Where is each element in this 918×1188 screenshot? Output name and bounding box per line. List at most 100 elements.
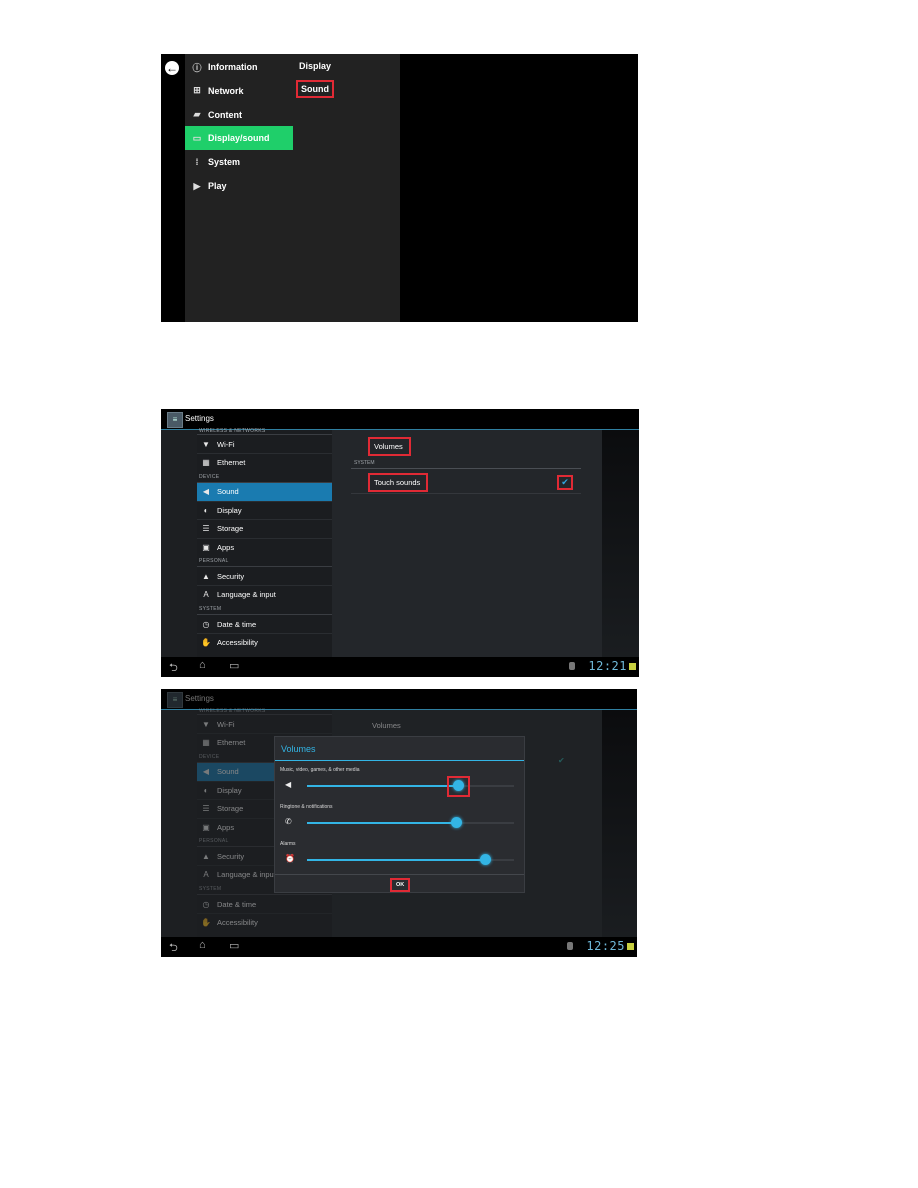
settings-menu: ⓘ Information ⊞ Network ▰ Content ▭ Display/sou… [185,54,400,322]
menu-item-label: Network [208,85,244,96]
sidebar-item-label: Language & input [217,870,276,880]
ok-button[interactable]: OK [390,878,411,892]
menu-item-label: Display/sound [208,133,270,144]
sidebar-item-storage[interactable]: ☰ Storage [197,520,332,538]
sidebar-item-sound[interactable]: ◀ Sound [197,482,332,501]
wifi-icon: ▼ [202,439,210,449]
touch-sounds-item[interactable]: Touch sounds [368,473,429,492]
system-icon: ⁞ [195,157,199,168]
system-navbar: ⮌ ⌂ ▭ 12:21 [161,657,639,677]
menu-item-content[interactable]: ▰ Content [185,103,293,127]
back-arrow-icon[interactable]: ← [165,61,179,75]
sidebar-item-label: Apps [217,542,235,552]
slider-thumb[interactable] [480,854,492,865]
touch-sounds-checkbox[interactable]: ✔ [557,475,573,490]
sidebar-item-security[interactable]: ▲ Security [197,567,332,585]
sidebar-item-label: Date & time [217,619,257,629]
slider-fill [307,859,486,861]
usb-debug-icon [569,662,575,670]
apps-icon: ▣ [202,542,210,552]
slider-fill [307,822,457,824]
settings-app-icon[interactable]: ≡ [167,412,183,428]
sidebar-item-display[interactable]: ◐ Display [197,501,332,519]
storage-icon: ☰ [202,524,210,534]
highlight-box [447,776,471,797]
home-nav-icon[interactable]: ⌂ [199,659,206,671]
notification-icon[interactable] [627,943,634,950]
section-header: DEVICE [199,473,220,480]
sidebar-item-label: Ethernet [217,737,246,747]
menu-item-network[interactable]: ⊞ Network [185,79,293,103]
left-rail: ← [161,54,185,322]
display-icon: ◐ [203,505,209,515]
sidebar-item-label: Apps [217,822,235,832]
recent-apps-icon[interactable]: ▭ [229,659,239,672]
system-navbar: ⮌ ⌂ ▭ 12:25 [161,937,637,957]
sidebar-item-label: Wi-Fi [217,439,235,449]
home-nav-icon[interactable]: ⌂ [199,939,206,951]
android-volumes-dialog-screen: ≡ Settings WIRELESS & NETWORKS ▼ Wi-Fi ▦ Eth… [161,689,637,957]
hand-icon: ✋ [201,918,211,928]
section-header: PERSONAL [199,838,229,845]
submenu-item-display[interactable]: Display [299,61,331,71]
info-icon: ⓘ [192,62,202,73]
notification-icon[interactable] [629,663,636,670]
sidebar-item-ethernet[interactable]: ▦ Ethernet [197,453,332,471]
volumes-item[interactable]: Volumes [368,437,411,456]
slider-thumb[interactable] [451,817,463,828]
alarm-clock-icon: ⏰ [285,854,295,863]
ethernet-icon: ▦ [202,737,210,747]
sidebar-item-label: Display [217,505,242,515]
network-icon: ⊞ [193,85,201,96]
sidebar-item-accessibility[interactable]: ✋ Accessibility [197,914,332,932]
speaker-icon: ◀ [202,767,210,777]
sidebar-item-accessibility[interactable]: ✋ Accessibility [197,634,332,652]
volume-slider[interactable] [307,854,514,865]
menu-item-label: System [208,157,241,168]
volume-slider[interactable] [307,817,514,828]
back-nav-icon[interactable]: ⮌ [169,939,178,957]
ethernet-icon: ▦ [202,457,210,467]
storage-icon: ☰ [202,804,210,814]
menu-item-information[interactable]: ⓘ Information [185,55,293,79]
sidebar-item-label: Display [217,785,242,795]
menu-item-play[interactable]: ▶ Play [185,174,293,198]
divider [351,493,581,494]
volumes-item: Volumes [372,721,401,730]
settings-sidebar: WIRELESS & NETWORKS ▼ Wi-Fi ▦ Ethernet DEVICE… [197,428,332,657]
play-icon: ▶ [193,180,201,191]
sidebar-item-label: Security [217,851,245,861]
edge-shadow [602,710,637,937]
speaker-icon: ◀ [285,780,292,789]
back-nav-icon[interactable]: ⮌ [169,659,178,677]
volume-slider[interactable] [307,776,514,797]
action-bar: ≡ Settings [161,409,639,430]
section-header: PERSONAL [199,558,229,565]
sidebar-item-apps[interactable]: ▣ Apps [197,538,332,556]
sidebar-item-date-time[interactable]: ◷ Date & time [197,615,332,633]
settings-app-icon[interactable]: ≡ [167,692,183,708]
menu-item-label: Play [208,181,227,191]
sidebar-item-label: Accessibility [217,918,258,928]
app-title: Settings [185,414,214,423]
sidebar-item-label: Security [217,571,245,581]
display-icon: ◐ [203,785,209,795]
status-clock: 12:25 [586,939,625,953]
sidebar-item-date-time[interactable]: ◷ Date & time [197,895,332,913]
sidebar-item-label: Sound [217,767,239,777]
menu-item-label: Content [208,109,242,120]
recent-apps-icon[interactable]: ▭ [229,939,239,952]
slider-fill [307,785,459,787]
submenu-item-sound[interactable]: Sound [296,80,334,98]
divider [351,468,581,469]
sidebar-item-language-input[interactable]: A Language & input [197,586,332,604]
sidebar-item-label: Language & input [217,590,276,600]
section-header: SYSTEM [199,886,222,893]
menu-item-display-sound[interactable]: ▭ Display/sound [185,126,293,151]
lock-icon: ▲ [202,571,210,581]
lock-icon: ▲ [202,851,210,861]
sidebar-item-label: Wi-Fi [217,719,235,729]
menu-item-system[interactable]: ⁞ System [185,150,293,174]
sidebar-item-wi-fi[interactable]: ▼ Wi-Fi [197,715,332,733]
sidebar-item-wi-fi[interactable]: ▼ Wi-Fi [197,435,332,453]
